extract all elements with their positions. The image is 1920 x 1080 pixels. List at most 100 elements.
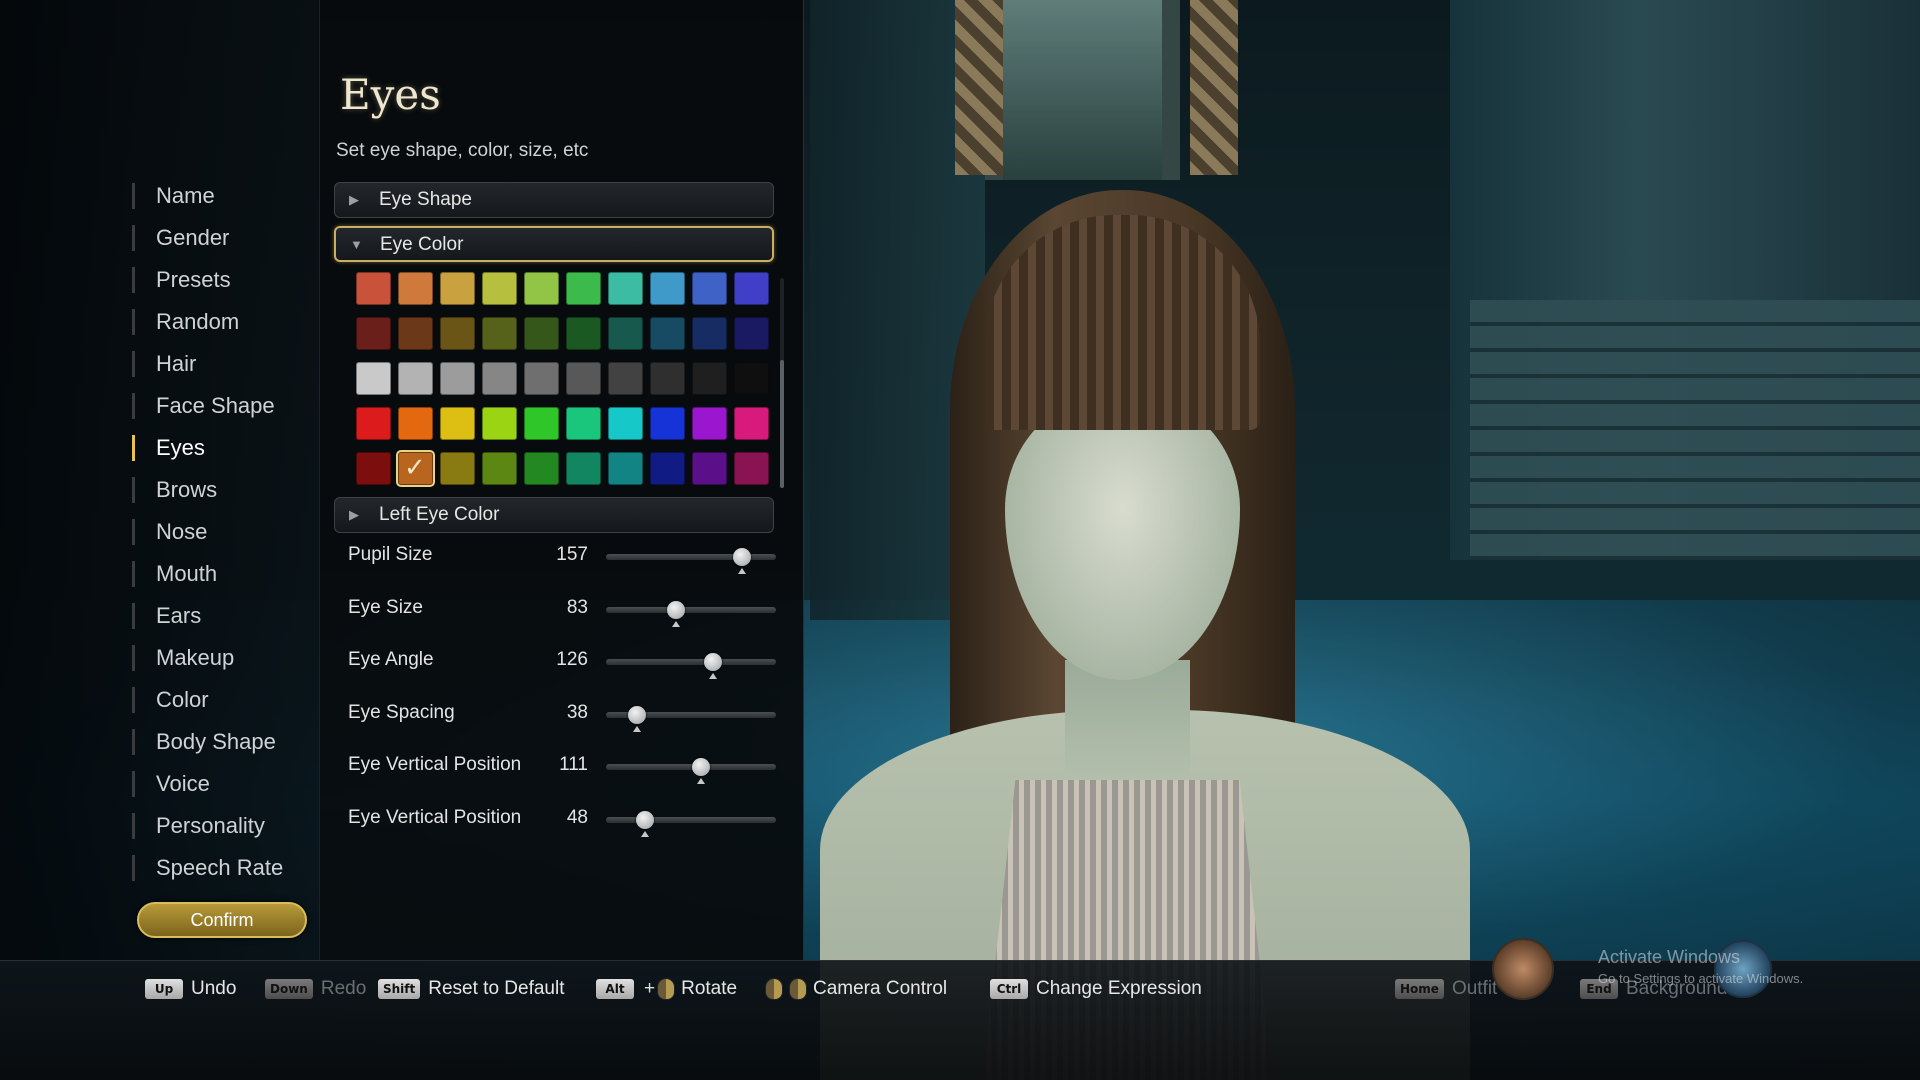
slider-knob[interactable] <box>627 705 646 724</box>
sidebar-item-face-shape[interactable]: Face Shape <box>132 385 283 427</box>
slider-track[interactable] <box>606 764 776 770</box>
color-swatch[interactable] <box>608 452 643 485</box>
color-swatch[interactable] <box>440 452 475 485</box>
color-swatch[interactable] <box>482 452 517 485</box>
section-label: Eye Shape <box>379 189 472 210</box>
sidebar-item-hair[interactable]: Hair <box>132 343 283 385</box>
color-swatch[interactable] <box>650 407 685 440</box>
color-swatch[interactable] <box>566 272 601 305</box>
slider-row: Eye Angle 126 <box>348 641 788 681</box>
hint-label: Redo <box>320 978 367 999</box>
slider-value: 126 <box>556 649 588 670</box>
color-swatch[interactable] <box>692 272 727 305</box>
color-swatch[interactable] <box>440 317 475 350</box>
swatch-row <box>356 317 776 362</box>
color-swatch[interactable] <box>440 407 475 440</box>
color-swatch[interactable] <box>482 362 517 395</box>
color-swatch[interactable] <box>608 317 643 350</box>
slider-knob[interactable] <box>704 653 723 671</box>
color-swatch[interactable] <box>650 452 685 485</box>
sidebar-item-speech-rate[interactable]: Speech Rate <box>132 847 283 889</box>
color-swatch[interactable] <box>566 317 601 350</box>
color-swatch[interactable] <box>482 272 517 305</box>
slider-track[interactable] <box>606 606 776 613</box>
sidebar-item-mouth[interactable]: Mouth <box>132 553 283 595</box>
section-eye-shape[interactable]: ▶ Eye Shape <box>334 182 774 218</box>
color-swatch[interactable] <box>734 272 769 305</box>
color-swatch[interactable] <box>608 407 643 440</box>
color-swatch[interactable] <box>440 272 475 305</box>
color-swatch[interactable] <box>356 362 391 395</box>
color-swatch[interactable] <box>356 272 391 305</box>
sidebar-item-makeup[interactable]: Makeup <box>132 637 283 679</box>
sidebar-item-brows[interactable]: Brows <box>132 469 283 511</box>
hint-change-expression[interactable]: Ctrl Change Expression <box>990 974 1202 1004</box>
color-swatch[interactable] <box>482 317 517 350</box>
eye-color-palette: ✓ <box>356 272 776 497</box>
color-swatch[interactable] <box>608 272 643 305</box>
color-swatch[interactable] <box>692 362 727 395</box>
sidebar-item-gender[interactable]: Gender <box>132 217 283 259</box>
hint-rotate[interactable]: Alt + Rotate <box>596 974 737 1004</box>
color-swatch[interactable] <box>398 272 433 305</box>
confirm-button[interactable]: Confirm <box>137 902 307 938</box>
color-swatch[interactable] <box>734 407 769 440</box>
color-swatch[interactable] <box>566 362 601 395</box>
color-swatch[interactable] <box>734 317 769 350</box>
mouse-icon <box>657 978 676 1000</box>
background-doorway <box>985 0 1180 180</box>
slider-knob[interactable] <box>666 600 685 619</box>
sidebar-item-color[interactable]: Color <box>132 679 283 721</box>
slider-knob[interactable] <box>692 758 711 776</box>
color-swatch[interactable] <box>356 452 391 485</box>
color-swatch[interactable] <box>398 407 433 440</box>
color-swatch[interactable] <box>692 317 727 350</box>
slider-knob[interactable] <box>733 548 751 566</box>
sidebar-item-presets[interactable]: Presets <box>132 259 283 301</box>
sidebar-item-body-shape[interactable]: Body Shape <box>132 721 283 763</box>
color-swatch[interactable] <box>524 317 559 350</box>
sidebar-item-nose[interactable]: Nose <box>132 511 283 553</box>
color-swatch[interactable] <box>356 407 391 440</box>
slider-track[interactable] <box>606 659 776 665</box>
color-swatch[interactable] <box>734 452 769 485</box>
palette-scrollbar-thumb[interactable] <box>780 360 784 488</box>
color-swatch[interactable] <box>524 362 559 395</box>
color-swatch[interactable] <box>650 272 685 305</box>
sidebar-item-name[interactable]: Name <box>132 175 283 217</box>
hint-redo[interactable]: Down Redo <box>265 974 366 1004</box>
hint-outfit[interactable]: Home Outfit <box>1395 974 1497 1004</box>
outfit-icon[interactable] <box>1492 938 1554 1000</box>
color-swatch[interactable] <box>734 362 769 395</box>
sidebar-item-random[interactable]: Random <box>132 301 283 343</box>
hint-label: Rotate <box>681 978 738 999</box>
color-swatch[interactable] <box>566 452 601 485</box>
hint-camera-control[interactable]: Camera Control <box>765 974 947 1004</box>
sidebar-item-voice[interactable]: Voice <box>132 763 283 805</box>
color-swatch[interactable] <box>650 317 685 350</box>
color-swatch[interactable] <box>566 407 601 440</box>
color-swatch[interactable] <box>356 317 391 350</box>
slider-row: Eye Vertical Position 48 <box>348 799 788 839</box>
color-swatch[interactable] <box>524 452 559 485</box>
sidebar-item-ears[interactable]: Ears <box>132 595 283 637</box>
color-swatch[interactable] <box>692 452 727 485</box>
color-swatch[interactable] <box>524 272 559 305</box>
section-eye-color[interactable]: ▼ Eye Color <box>334 226 774 262</box>
sidebar-item-eyes[interactable]: Eyes <box>132 427 283 469</box>
slider-track[interactable] <box>606 816 776 823</box>
color-swatch[interactable] <box>398 317 433 350</box>
color-swatch[interactable] <box>608 362 643 395</box>
color-swatch[interactable] <box>440 362 475 395</box>
slider-knob[interactable] <box>636 810 655 829</box>
color-swatch[interactable] <box>650 362 685 395</box>
color-swatch[interactable] <box>398 362 433 395</box>
color-swatch[interactable] <box>524 407 559 440</box>
sidebar-item-personality[interactable]: Personality <box>132 805 283 847</box>
color-swatch[interactable]: ✓ <box>396 450 435 487</box>
section-left-eye-color[interactable]: ▶ Left Eye Color <box>334 497 774 533</box>
hint-reset-to-default[interactable]: Shift Reset to Default <box>378 974 565 1004</box>
color-swatch[interactable] <box>482 407 517 440</box>
color-swatch[interactable] <box>692 407 727 440</box>
hint-undo[interactable]: Up Undo <box>145 974 236 1004</box>
